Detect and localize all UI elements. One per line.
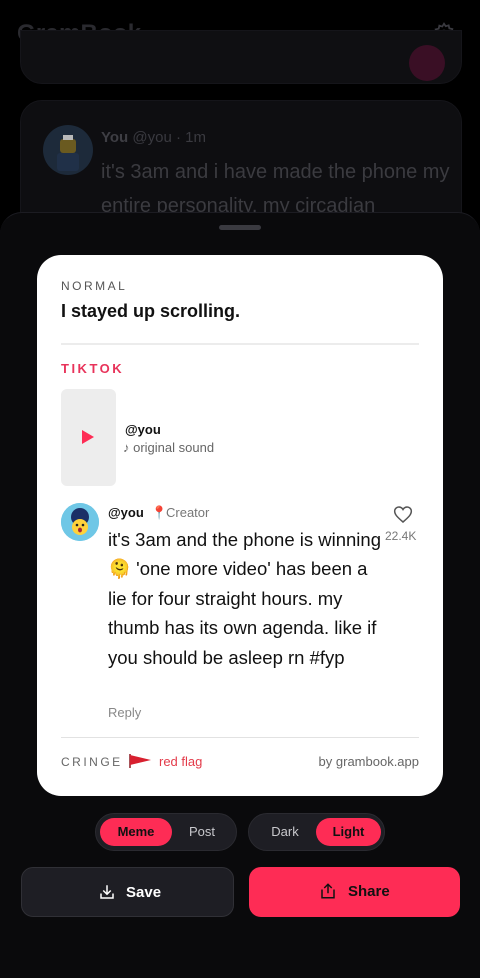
mode-option-meme[interactable]: Meme <box>100 818 172 846</box>
red-flag-icon <box>129 754 151 768</box>
post-author-handle: @you <box>132 129 172 146</box>
video-sound: ♪ original sound <box>123 440 215 455</box>
theme-toggle: Dark Light <box>248 813 385 851</box>
share-button[interactable]: Share <box>249 867 460 917</box>
divider <box>61 737 419 738</box>
pin-icon: 📍 <box>151 505 168 520</box>
comment-text: it's 3am and the phone is winning 🫠 'one… <box>108 529 381 668</box>
download-icon <box>100 885 114 899</box>
post-time: · 1m <box>175 129 206 146</box>
video-thumbnail <box>61 389 116 486</box>
theme-option-dark[interactable]: Dark <box>255 818 315 846</box>
share-icon <box>321 883 335 899</box>
byline: by grambook.app <box>318 754 419 769</box>
save-button[interactable]: Save <box>21 867 234 917</box>
play-icon <box>82 430 94 444</box>
like-count: 22.4K <box>385 529 417 543</box>
normal-text: I stayed up scrolling. <box>61 301 241 321</box>
video-username: @you <box>125 422 161 437</box>
save-label: Save <box>126 884 162 901</box>
heart-icon[interactable] <box>393 505 413 524</box>
creator-badge: Creator <box>166 505 210 520</box>
share-label: Share <box>348 883 390 900</box>
normal-label: NORMAL <box>61 279 128 293</box>
cringe-label: CRINGE <box>61 755 123 769</box>
red-flag-text: red flag <box>159 754 203 769</box>
meme-preview-card: NORMAL I stayed up scrolling. TIKTOK @yo… <box>37 255 443 796</box>
avatar <box>43 125 93 175</box>
avatar <box>61 503 99 541</box>
theme-option-light[interactable]: Light <box>316 818 381 846</box>
tiktok-label: TIKTOK <box>61 361 125 376</box>
mode-option-post[interactable]: Post <box>172 818 232 846</box>
mode-toggle: Meme Post <box>95 813 237 851</box>
reply-link[interactable]: Reply <box>108 705 141 720</box>
comment-username: @you <box>108 505 144 520</box>
divider <box>61 343 419 345</box>
background-post-card-previous <box>20 30 462 84</box>
post-author-name: You <box>101 129 129 146</box>
sheet-drag-handle[interactable] <box>219 225 261 230</box>
